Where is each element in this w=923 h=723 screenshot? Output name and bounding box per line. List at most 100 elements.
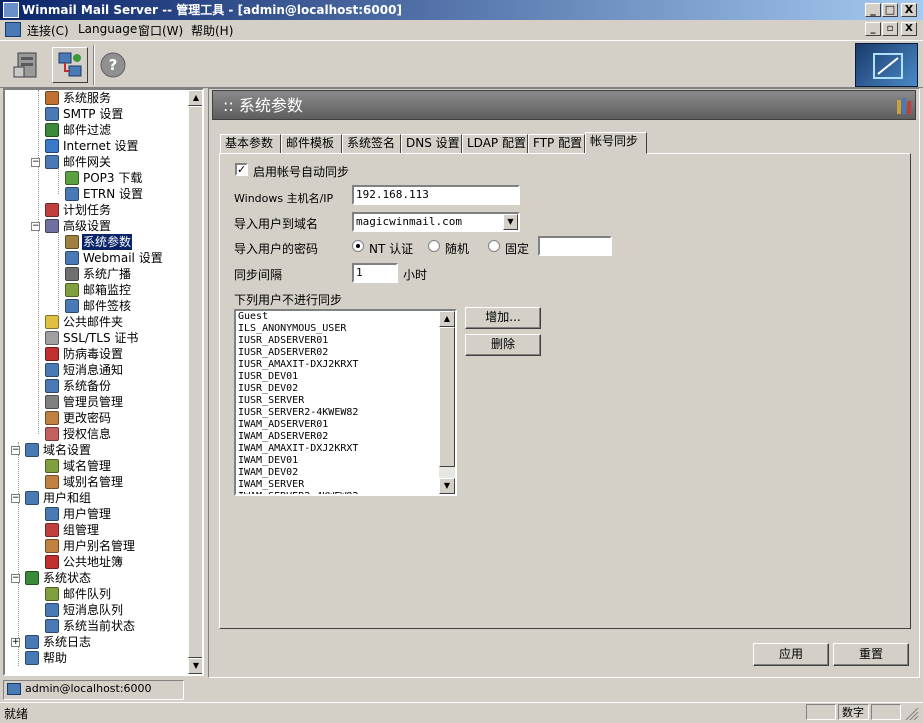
tab-ldap[interactable]: LDAP 配置 — [462, 134, 528, 154]
list-scroll-thumb[interactable] — [439, 327, 455, 467]
disconnect-button[interactable] — [10, 47, 46, 83]
tree-item[interactable]: 邮件过滤 — [5, 122, 188, 138]
list-item[interactable]: IWAM_SERVER2-4KWEW82 — [236, 491, 439, 494]
list-item[interactable]: IUSR_DEV01 — [236, 371, 439, 383]
list-item[interactable]: Guest — [236, 311, 439, 323]
list-item[interactable]: IWAM_SERVER — [236, 479, 439, 491]
tree-item[interactable]: 更改密码 — [5, 410, 188, 426]
hostname-input[interactable]: 192.168.113 — [352, 185, 520, 205]
resize-grip-icon[interactable] — [905, 707, 919, 721]
chevron-down-icon[interactable]: ▼ — [503, 214, 518, 230]
collapse-icon[interactable]: − — [11, 494, 20, 503]
domain-select[interactable]: magicwinmail.com ▼ — [352, 212, 520, 232]
collapse-icon[interactable]: − — [31, 158, 40, 167]
tree-item[interactable]: SSL/TLS 证书 — [5, 330, 188, 346]
collapse-icon[interactable]: − — [11, 574, 20, 583]
tree-item[interactable]: 帮助 — [5, 650, 188, 666]
tree-item[interactable]: 公共地址簿 — [5, 554, 188, 570]
delete-user-button[interactable]: 删除 — [465, 334, 541, 356]
tab-account-sync[interactable]: 帐号同步 — [585, 132, 647, 154]
minimize-button[interactable]: _ — [865, 3, 881, 17]
tab-dns[interactable]: DNS 设置 — [401, 134, 462, 154]
add-user-button[interactable]: 增加... — [465, 307, 541, 329]
expand-icon[interactable]: + — [11, 638, 20, 647]
menu-language[interactable]: Language — [78, 22, 137, 36]
tree-item[interactable]: ETRN 设置 — [5, 186, 188, 202]
tree-item[interactable]: 域别名管理 — [5, 474, 188, 490]
tree-item[interactable]: − 用户和组 — [5, 490, 188, 506]
tree-item[interactable]: 邮箱监控 — [5, 282, 188, 298]
tree-item[interactable]: 系统服务 — [5, 90, 188, 106]
tree-item[interactable]: − 域名设置 — [5, 442, 188, 458]
tab-system-signature[interactable]: 系统签名 — [342, 134, 401, 154]
tree-item[interactable]: 用户管理 — [5, 506, 188, 522]
tree-item[interactable]: POP3 下载 — [5, 170, 188, 186]
mdi-close-button[interactable]: X — [901, 22, 917, 36]
scroll-up-button[interactable]: ▲ — [188, 90, 202, 106]
fixed-password-input[interactable] — [538, 236, 612, 256]
menu-help[interactable]: 帮助(H) — [191, 22, 233, 39]
tree-item[interactable]: 组管理 — [5, 522, 188, 538]
tree-item[interactable]: 邮件签核 — [5, 298, 188, 314]
radio-nt-auth[interactable] — [352, 240, 364, 252]
collapse-icon[interactable]: − — [31, 222, 40, 231]
tree-item[interactable]: + 系统日志 — [5, 634, 188, 650]
radio-fixed[interactable] — [488, 240, 500, 252]
tree-item[interactable]: 管理员管理 — [5, 394, 188, 410]
tree-item[interactable]: − 高级设置 — [5, 218, 188, 234]
collapse-icon[interactable]: − — [11, 446, 20, 455]
tree-item[interactable]: 短消息队列 — [5, 602, 188, 618]
tree-item[interactable]: 计划任务 — [5, 202, 188, 218]
help-button[interactable]: ? — [98, 47, 134, 83]
reset-button[interactable]: 重置 — [833, 643, 909, 666]
exclude-users-list[interactable]: Guest ILS_ANONYMOUS_USER IUSR_ADSERVER01 IU… — [234, 309, 457, 496]
tree-item[interactable]: 系统当前状态 — [5, 618, 188, 634]
list-item[interactable]: IUSR_ADSERVER02 — [236, 347, 439, 359]
list-item[interactable]: ILS_ANONYMOUS_USER — [236, 323, 439, 335]
list-item[interactable]: IUSR_SERVER2-4KWEW82 — [236, 407, 439, 419]
list-item[interactable]: IWAM_ADSERVER02 — [236, 431, 439, 443]
list-item[interactable]: IWAM_DEV01 — [236, 455, 439, 467]
tree-item[interactable]: 短消息通知 — [5, 362, 188, 378]
tree-item[interactable]: 公共邮件夹 — [5, 314, 188, 330]
mdi-child-icon[interactable] — [5, 22, 21, 37]
tab-basic[interactable]: 基本参数 — [220, 134, 281, 154]
maximize-button[interactable]: □ — [882, 3, 898, 17]
tree-item[interactable]: 系统广播 — [5, 266, 188, 282]
list-item[interactable]: IUSR_AMAXIT-DXJ2KRXT — [236, 359, 439, 371]
tree-item[interactable]: 用户别名管理 — [5, 538, 188, 554]
apply-button[interactable]: 应用 — [753, 643, 829, 666]
menu-connect[interactable]: 连接(C) — [27, 22, 69, 39]
tree-item[interactable]: 邮件队列 — [5, 586, 188, 602]
mdi-restore-button[interactable]: ▫ — [882, 22, 898, 36]
list-scrollbar[interactable]: ▲ ▼ — [439, 311, 455, 494]
tab-ftp[interactable]: FTP 配置 — [528, 134, 585, 154]
list-scroll-down-button[interactable]: ▼ — [439, 478, 455, 494]
scroll-thumb[interactable] — [188, 106, 202, 658]
tree-item[interactable]: SMTP 设置 — [5, 106, 188, 122]
tree-item[interactable]: 系统参数 — [5, 234, 188, 250]
mdi-minimize-button[interactable]: _ — [865, 22, 881, 36]
list-item[interactable]: IUSR_SERVER — [236, 395, 439, 407]
tree-scrollbar[interactable]: ▲ ▼ — [188, 90, 202, 674]
list-item[interactable]: IUSR_DEV02 — [236, 383, 439, 395]
tree-item[interactable]: 域名管理 — [5, 458, 188, 474]
radio-random[interactable] — [428, 240, 440, 252]
tab-mail-template[interactable]: 邮件模板 — [281, 134, 342, 154]
scroll-down-button[interactable]: ▼ — [188, 658, 202, 674]
tree-item[interactable]: Webmail 设置 — [5, 250, 188, 266]
tree-item[interactable]: − 系统状态 — [5, 570, 188, 586]
tree-item[interactable]: − 邮件网关 — [5, 154, 188, 170]
menu-window[interactable]: 窗口(W) — [138, 22, 183, 39]
list-item[interactable]: IWAM_DEV02 — [236, 467, 439, 479]
list-item[interactable]: IUSR_ADSERVER01 — [236, 335, 439, 347]
list-item[interactable]: IWAM_AMAXIT-DXJ2KRXT — [236, 443, 439, 455]
list-item[interactable]: IWAM_ADSERVER01 — [236, 419, 439, 431]
tree-item[interactable]: 防病毒设置 — [5, 346, 188, 362]
interval-input[interactable]: 1 — [352, 263, 398, 283]
network-button[interactable] — [52, 47, 88, 83]
enable-sync-checkbox[interactable]: ✓ — [235, 163, 248, 176]
tree-item[interactable]: 授权信息 — [5, 426, 188, 442]
close-button[interactable]: X — [901, 3, 917, 17]
tree-item[interactable]: Internet 设置 — [5, 138, 188, 154]
